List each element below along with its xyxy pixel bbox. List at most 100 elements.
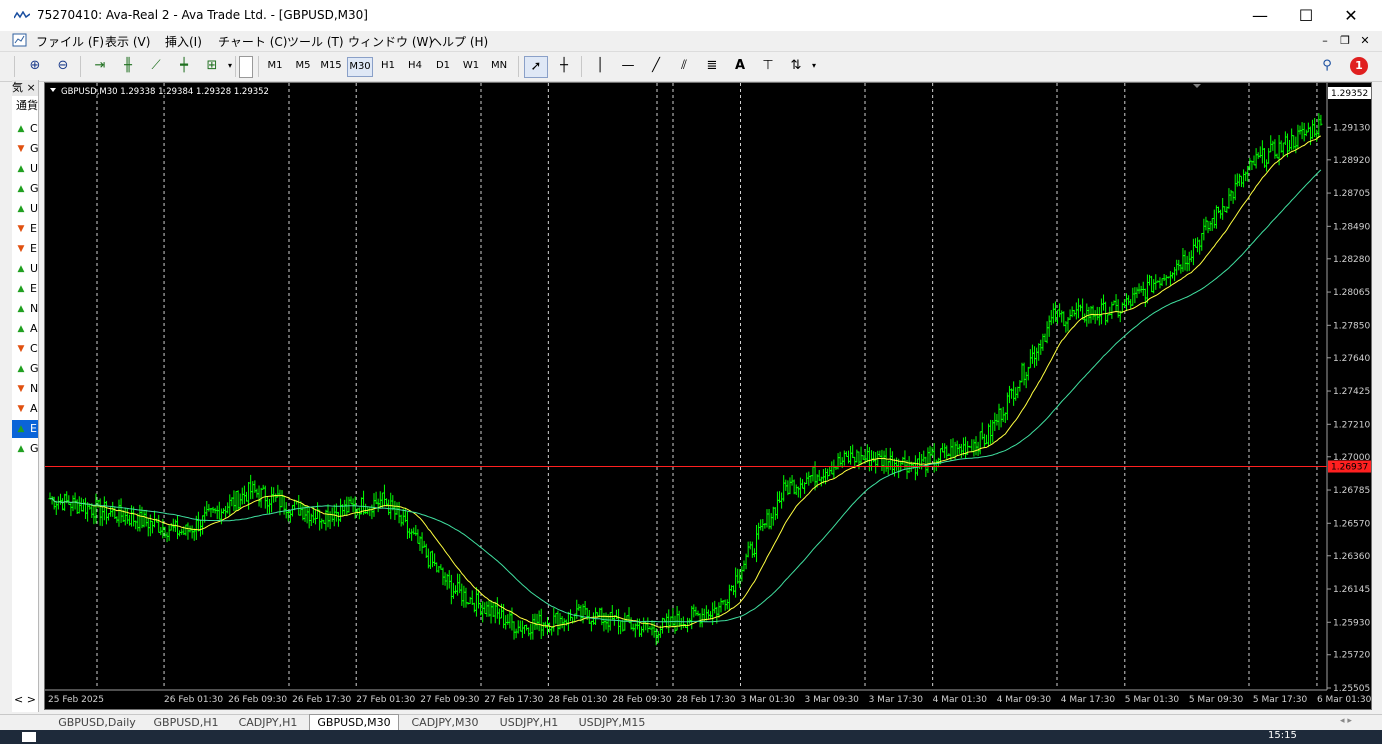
menu-insert[interactable]: 挿入(I): [165, 33, 202, 50]
symbol-row[interactable]: ▼ N: [12, 380, 39, 398]
panel-scroll-arrows[interactable]: < >: [14, 693, 36, 706]
crosshair-icon[interactable]: ┼: [553, 56, 575, 76]
price-bar: [1223, 206, 1227, 213]
price-bar: [54, 500, 58, 516]
timeframe-d1[interactable]: D1: [432, 57, 454, 75]
chart-tab[interactable]: CADJPY,H1: [230, 715, 306, 731]
template-box[interactable]: [239, 56, 253, 78]
symbol-label: G: [30, 442, 39, 455]
channel-icon[interactable]: ⫽: [673, 56, 695, 76]
symbol-row[interactable]: ▲ C: [12, 120, 38, 138]
menu-chart[interactable]: チャート (C): [218, 33, 287, 50]
chart-canvas[interactable]: 1.29130 1.28920 1.28705 1.28490 1.28280 1.280…: [45, 83, 1372, 710]
timeframe-h1[interactable]: H1: [377, 57, 399, 75]
symbol-row[interactable]: ▼ E: [12, 220, 38, 238]
price-bar: [700, 608, 704, 628]
trendline-icon[interactable]: ╱: [645, 56, 667, 76]
timeframe-m15[interactable]: M15: [318, 57, 344, 75]
symbol-row[interactable]: ▲ N: [12, 300, 39, 318]
chart-shift-icon[interactable]: ⇥: [89, 56, 111, 76]
minimize-button[interactable]: —: [1237, 0, 1283, 31]
symbol-row[interactable]: ▲ A: [12, 320, 38, 338]
timeframe-h4[interactable]: H4: [404, 57, 426, 75]
symbol-row[interactable]: ▼ C: [12, 340, 38, 358]
price-bar: [978, 431, 982, 455]
chart-tab[interactable]: USDJPY,H1: [492, 715, 566, 731]
price-bar: [418, 536, 422, 552]
symbol-row[interactable]: ▲ G: [12, 360, 39, 378]
symbol-row[interactable]: ▲ E: [12, 280, 38, 298]
price-bar: [142, 510, 146, 528]
symbol-row[interactable]: ▲ G: [12, 180, 39, 198]
symbol-row[interactable]: ▼ G: [12, 140, 39, 158]
menu-view[interactable]: 表示 (V): [105, 33, 150, 50]
price-bar: [117, 499, 121, 527]
symbol-row[interactable]: ▼ E: [12, 240, 38, 258]
zoom-out-icon[interactable]: ⊖: [52, 56, 74, 76]
price-bar: [52, 496, 56, 510]
bar-chart-icon[interactable]: ╫: [117, 56, 139, 76]
chart-tab[interactable]: USDJPY,M15: [570, 715, 654, 731]
mdi-minimize-button[interactable]: –: [1317, 34, 1333, 48]
symbol-row[interactable]: ▲ U: [12, 160, 39, 178]
symbol-row[interactable]: ▲ U: [12, 200, 39, 218]
timeframe-m1[interactable]: M1: [264, 57, 286, 75]
chart-tab-bar: GBPUSD,Daily GBPUSD,H1 CADJPY,H1 GBPUSD,…: [0, 714, 1382, 732]
menu-tools[interactable]: ツール (T): [287, 33, 344, 50]
timeframe-m5[interactable]: M5: [292, 57, 314, 75]
text-label-icon[interactable]: ⊤: [757, 56, 779, 76]
start-icon[interactable]: [22, 732, 36, 742]
price-bar: [249, 474, 253, 500]
timeframe-mn[interactable]: MN: [488, 57, 510, 75]
price-bar: [514, 628, 518, 639]
cursor-icon[interactable]: ➚: [524, 56, 548, 78]
price-bar: [1221, 197, 1225, 220]
price-bar: [989, 419, 993, 445]
symbol-row[interactable]: ▲ U: [12, 260, 39, 278]
x-tick-label: 5 Mar 09:30: [1189, 695, 1244, 705]
vertical-line-icon[interactable]: │: [589, 56, 611, 76]
price-bar: [529, 623, 533, 640]
x-tick-label: 4 Mar 01:30: [933, 695, 988, 705]
chart-tab[interactable]: GBPUSD,Daily: [52, 715, 142, 731]
x-tick-label: 5 Mar 17:30: [1253, 695, 1308, 705]
symbol-label: N: [30, 302, 39, 315]
tab-scroll-icon[interactable]: ◂ ▸: [1340, 716, 1352, 726]
price-bar: [48, 492, 52, 500]
price-bar: [1298, 125, 1302, 135]
symbol-row[interactable]: ▲ G: [12, 440, 39, 458]
price-bar: [1081, 298, 1085, 320]
mdi-restore-button[interactable]: ❐: [1337, 34, 1353, 48]
line-chart-icon[interactable]: ⟋: [145, 56, 167, 76]
price-bar: [725, 599, 729, 610]
chevron-down-icon[interactable]: ▾: [219, 56, 241, 76]
chart-window-icon[interactable]: [12, 33, 28, 48]
notification-badge[interactable]: 1: [1350, 57, 1368, 75]
close-button[interactable]: ✕: [1328, 0, 1374, 31]
symbol-row[interactable]: ▼ A: [12, 400, 38, 418]
market-watch-header[interactable]: 気 ×: [12, 80, 38, 96]
mdi-close-button[interactable]: ✕: [1357, 34, 1373, 48]
price-bar: [244, 491, 248, 502]
chevron-down-icon[interactable]: ▾: [803, 56, 825, 76]
price-bar: [552, 607, 556, 632]
price-bar: [449, 574, 453, 605]
candlestick-icon[interactable]: ┿: [173, 56, 195, 76]
text-icon[interactable]: A: [729, 56, 751, 76]
price-bar: [604, 612, 608, 630]
price-bar: [86, 502, 90, 522]
menu-help[interactable]: ヘルプ (H): [430, 33, 488, 50]
search-icon[interactable]: ⚲: [1316, 56, 1338, 76]
zoom-in-icon[interactable]: ⊕: [24, 56, 46, 76]
timeframe-w1[interactable]: W1: [460, 57, 482, 75]
timeframe-m30[interactable]: M30: [347, 57, 373, 77]
horizontal-line-icon[interactable]: —: [617, 56, 639, 76]
menu-file[interactable]: ファイル (F): [36, 33, 104, 50]
symbol-row[interactable]: ▲ E: [12, 420, 38, 438]
fibonacci-icon[interactable]: ≣: [701, 56, 723, 76]
chart-tab[interactable]: CADJPY,M30: [402, 715, 488, 731]
chart-tab[interactable]: GBPUSD,H1: [146, 715, 226, 731]
maximize-button[interactable]: ☐: [1283, 0, 1329, 31]
menu-window[interactable]: ウィンドウ (W): [348, 33, 433, 50]
price-chart[interactable]: 1.29130 1.28920 1.28705 1.28490 1.28280 1.280…: [44, 82, 1372, 710]
